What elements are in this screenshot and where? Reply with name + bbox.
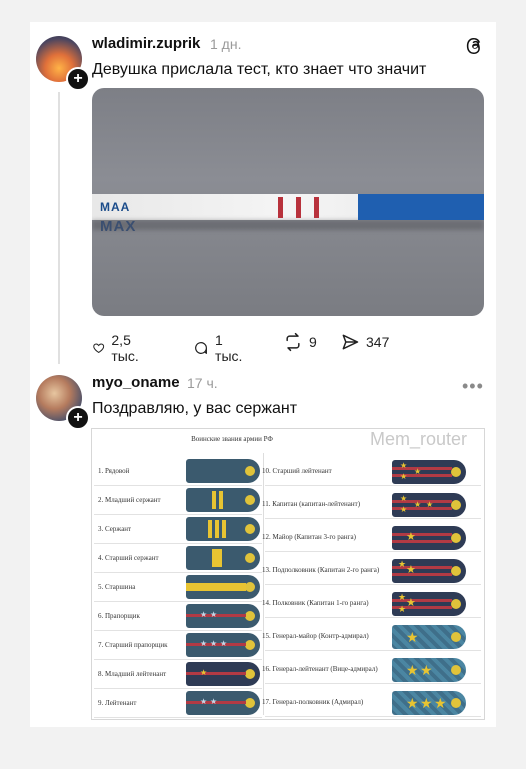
rank-label: 12. Майор (Капитан 3-го ранга)	[262, 533, 356, 541]
rank-table-image[interactable]: Воинские звания армии РФ Mem_router 1. Р…	[91, 428, 485, 720]
reply-button[interactable]: 1 тыс.	[193, 332, 246, 364]
test-line	[278, 197, 283, 218]
rank-label: 8. Младший лейтенант	[98, 670, 167, 678]
rank-label: 10. Старший лейтенант	[262, 467, 332, 475]
rank-label: 11. Капитан (капитан-лейтенант)	[262, 500, 361, 508]
rank-label: 15. Генерал-майор (Контр-адмирал)	[262, 632, 369, 640]
threads-logo-icon[interactable]	[464, 34, 486, 56]
reply-count: 1 тыс.	[215, 332, 243, 364]
shoulder-strap-icon	[186, 459, 260, 483]
shoulder-strap-icon: ★	[186, 662, 260, 686]
rank-label: 16. Генерал-лейтенант (Вице-адмирал)	[262, 665, 378, 673]
rank-label: 14. Полковник (Капитан 1-го ранга)	[262, 599, 369, 607]
share-button[interactable]: 347	[340, 332, 389, 352]
reply-username[interactable]: myo_oname	[92, 374, 180, 391]
shoulder-strap-icon: ★	[392, 625, 466, 649]
rank-label: 6. Прапорщик	[98, 612, 140, 620]
rank-label: 3. Сержант	[98, 525, 132, 533]
strip-label-top: MAA	[100, 200, 131, 214]
test-line	[314, 197, 319, 218]
table-divider	[263, 453, 264, 715]
strip-label-bottom: MAX	[100, 218, 137, 235]
rank-label: 17. Генерал-полковник (Адмирал)	[262, 698, 364, 706]
like-count: 2,5 тыс.	[111, 332, 139, 364]
shoulder-strap-icon	[186, 546, 260, 570]
rank-label: 13. Подполковник (Капитан 2-го ранга)	[262, 566, 380, 574]
shoulder-strap-icon: ★ ★	[186, 604, 260, 628]
test-strip-handle	[358, 194, 484, 220]
rank-label: 1. Рядовой	[98, 467, 130, 475]
shoulder-strap-icon: ★ ★ ★	[392, 592, 466, 616]
table-title: Воинские звания армии РФ	[191, 435, 273, 443]
repost-button[interactable]: 9	[283, 332, 317, 352]
shoulder-strap-icon	[186, 517, 260, 541]
rank-label: 9. Лейтенант	[98, 699, 137, 707]
shoulder-strap-icon: ★ ★	[392, 559, 466, 583]
reply-text: Поздравляю, у вас сержант	[92, 400, 298, 417]
rank-label: 2. Младший сержант	[98, 496, 161, 504]
shoulder-strap-icon: ★ ★ ★	[392, 691, 466, 715]
post-text: Девушка прислала тест, кто знает что зна…	[92, 61, 427, 78]
shoulder-strap-icon: ★ ★	[186, 691, 260, 715]
share-count: 347	[366, 334, 390, 350]
rank-label: 7. Старший прапорщик	[98, 641, 168, 649]
like-button[interactable]: 2,5 тыс.	[92, 332, 145, 364]
shoulder-strap-icon	[186, 575, 260, 599]
shoulder-strap-icon: ★ ★ ★	[186, 633, 260, 657]
reply-time: 17 ч.	[187, 375, 218, 391]
send-icon	[342, 334, 359, 350]
heart-icon	[93, 343, 105, 354]
follow-plus-icon[interactable]: +	[66, 67, 90, 91]
post-photo[interactable]: MAA MAX	[92, 88, 484, 316]
comment-icon	[195, 342, 207, 354]
watermark: Mem_router	[370, 429, 468, 449]
rank-label: 5. Старшина	[98, 583, 136, 591]
shoulder-strap-icon: ★ ★	[392, 658, 466, 682]
shoulder-strap-icon	[186, 488, 260, 512]
shoulder-strap-icon: ★	[392, 526, 466, 550]
test-line	[296, 197, 301, 218]
repost-icon	[286, 332, 300, 352]
follow-plus-icon[interactable]: +	[66, 406, 90, 430]
repost-count: 9	[309, 334, 317, 350]
rank-label: 4. Старший сержант	[98, 554, 159, 562]
strip-shadow	[92, 220, 484, 230]
more-icon[interactable]: •••	[462, 376, 484, 397]
shoulder-strap-icon: ★ ★ ★ ★	[392, 493, 466, 517]
shoulder-strap-icon: ★ ★ ★	[392, 460, 466, 484]
thread-line	[58, 92, 60, 364]
post-time: 1 дн.	[210, 36, 242, 52]
post-username[interactable]: wladimir.zuprik	[92, 35, 200, 52]
